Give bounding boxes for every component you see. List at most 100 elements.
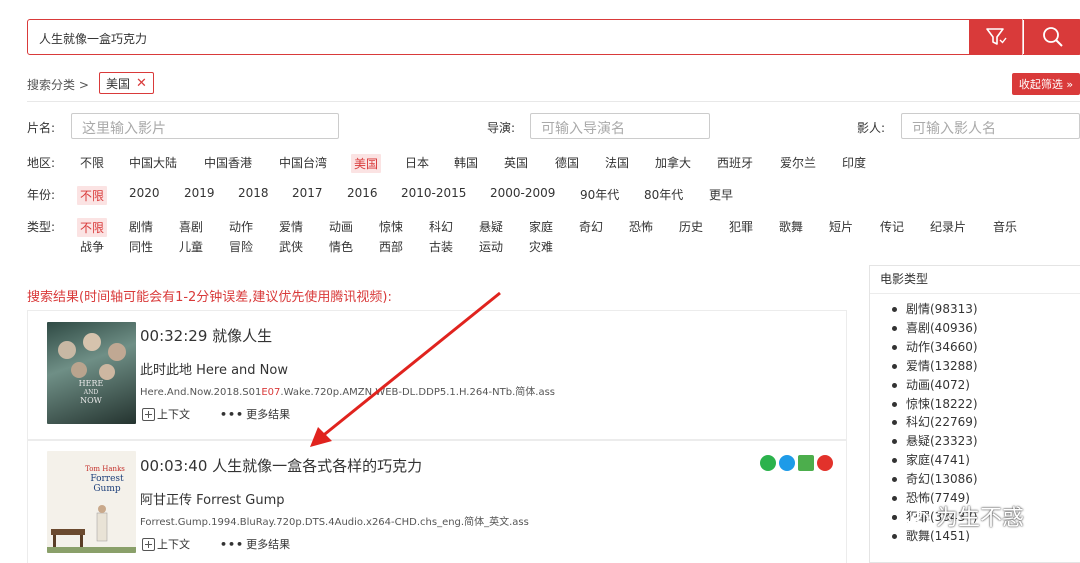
- genre-option[interactable]: 家庭: [529, 218, 553, 235]
- region-option[interactable]: 爱尔兰: [780, 154, 816, 171]
- result-timestamp[interactable]: 00:03:40 人生就像一盒各式各样的巧克力: [140, 455, 422, 476]
- sidebar-item[interactable]: 动作(34660): [892, 338, 978, 357]
- region-option[interactable]: 中国大陆: [129, 154, 177, 171]
- year-option[interactable]: 2020: [129, 186, 160, 200]
- region-label: 地区:: [27, 156, 56, 170]
- result-card: HERE AND NOW 00:32:29 就像人生 此时此地 Here and…: [27, 310, 847, 440]
- genre-option[interactable]: 西部: [379, 238, 403, 255]
- genre-option[interactable]: 冒险: [229, 238, 253, 255]
- category-breadcrumb: 搜索分类 >: [27, 78, 89, 92]
- year-option[interactable]: 2017: [292, 186, 323, 200]
- genre-option[interactable]: 传记: [880, 218, 904, 235]
- poster-art-icon: Tom Hanks Forrest Gump: [47, 465, 136, 553]
- genre-label: 类型:: [27, 220, 56, 234]
- region-option[interactable]: 印度: [842, 154, 866, 171]
- results-header: 搜索结果(时间轴可能会有1-2分钟误差,建议优先使用腾讯视频):: [27, 290, 392, 305]
- genre-option[interactable]: 灾难: [529, 238, 553, 255]
- context-button[interactable]: 上下文: [142, 406, 190, 422]
- mango-tv-icon[interactable]: [817, 455, 833, 471]
- director-input[interactable]: 可输入导演名: [530, 113, 710, 139]
- search-input[interactable]: 人生就像一盒巧克力: [39, 30, 147, 47]
- more-label: 更多结果: [246, 408, 291, 421]
- search-button[interactable]: [1024, 19, 1080, 55]
- genre-option[interactable]: 历史: [679, 218, 703, 235]
- year-option[interactable]: 2000-2009: [490, 186, 555, 200]
- genre-option[interactable]: 奇幻: [579, 218, 603, 235]
- more-results-button[interactable]: ••• 更多结果: [220, 536, 290, 552]
- year-option[interactable]: 2019: [184, 186, 215, 200]
- genre-option[interactable]: 战争: [80, 238, 104, 255]
- poster-image[interactable]: Tom Hanks Forrest Gump: [47, 451, 136, 553]
- selected-tag[interactable]: 美国 ✕: [99, 72, 154, 94]
- genre-option[interactable]: 短片: [829, 218, 853, 235]
- year-option[interactable]: 不限: [77, 186, 108, 205]
- sidebar-item[interactable]: 科幻(22769): [892, 413, 978, 432]
- region-option[interactable]: 西班牙: [717, 154, 753, 171]
- genre-option[interactable]: 动画: [329, 218, 353, 235]
- genre-option[interactable]: 纪录片: [930, 218, 966, 235]
- genre-option[interactable]: 犯罪: [729, 218, 753, 235]
- region-option[interactable]: 中国台湾: [279, 154, 327, 171]
- context-label: 上下文: [157, 538, 190, 551]
- genre-option[interactable]: 剧情: [129, 218, 153, 235]
- iqiyi-icon[interactable]: [798, 455, 814, 471]
- genre-option[interactable]: 古装: [429, 238, 453, 255]
- sidebar-item[interactable]: 动画(4072): [892, 376, 978, 395]
- dots-icon: •••: [220, 537, 245, 551]
- sidebar-item[interactable]: 爱情(13288): [892, 357, 978, 376]
- result-title[interactable]: 阿甘正传 Forrest Gump: [140, 489, 285, 508]
- sidebar-item[interactable]: 悬疑(23323): [892, 432, 978, 451]
- genre-option[interactable]: 爱情: [279, 218, 303, 235]
- genre-option[interactable]: 同性: [129, 238, 153, 255]
- poster-image[interactable]: HERE AND NOW: [47, 322, 136, 424]
- genre-option[interactable]: 悬疑: [479, 218, 503, 235]
- genre-option[interactable]: 情色: [329, 238, 353, 255]
- genre-option[interactable]: 动作: [229, 218, 253, 235]
- region-option[interactable]: 加拿大: [655, 154, 691, 171]
- sidebar-item[interactable]: 剧情(98313): [892, 300, 978, 319]
- genre-option[interactable]: 恐怖: [629, 218, 653, 235]
- genre-option[interactable]: 运动: [479, 238, 503, 255]
- context-button[interactable]: 上下文: [142, 536, 190, 552]
- close-icon[interactable]: ✕: [136, 76, 147, 91]
- genre-option[interactable]: 喜剧: [179, 218, 203, 235]
- sidebar-item[interactable]: 奇幻(13086): [892, 470, 978, 489]
- genre-option[interactable]: 儿童: [179, 238, 203, 255]
- tencent-video-icon[interactable]: [760, 455, 776, 471]
- actor-label: 影人:: [857, 121, 886, 135]
- filter-icon: [985, 28, 1007, 45]
- region-option[interactable]: 法国: [605, 154, 629, 171]
- sidebar-item[interactable]: 惊悚(18222): [892, 395, 978, 414]
- genre-option[interactable]: 音乐: [993, 218, 1017, 235]
- result-timestamp[interactable]: 00:32:29 就像人生: [140, 325, 272, 346]
- sidebar-item[interactable]: 家庭(4741): [892, 451, 978, 470]
- youku-icon[interactable]: [779, 455, 795, 471]
- genre-option[interactable]: 惊悚: [379, 218, 403, 235]
- year-option[interactable]: 2016: [347, 186, 378, 200]
- year-option[interactable]: 90年代: [580, 186, 619, 203]
- year-option[interactable]: 2010-2015: [401, 186, 466, 200]
- filter-button[interactable]: [969, 19, 1023, 55]
- region-option[interactable]: 德国: [555, 154, 579, 171]
- filename-part: Forrest.Gump.1994.BluRay.720p.DTS.4Audio…: [140, 517, 529, 528]
- region-option[interactable]: 中国香港: [204, 154, 252, 171]
- year-option[interactable]: 2018: [238, 186, 269, 200]
- more-results-button[interactable]: ••• 更多结果: [220, 406, 290, 422]
- poster-art-icon: HERE AND NOW: [58, 333, 126, 405]
- year-option[interactable]: 80年代: [644, 186, 683, 203]
- region-option[interactable]: 日本: [405, 154, 429, 171]
- genre-option[interactable]: 武侠: [279, 238, 303, 255]
- region-option[interactable]: 英国: [504, 154, 528, 171]
- genre-option[interactable]: 不限: [77, 218, 108, 237]
- actor-input[interactable]: 可输入影人名: [901, 113, 1080, 139]
- region-option[interactable]: 不限: [80, 154, 104, 171]
- collapse-filter-button[interactable]: 收起筛选 »: [1012, 73, 1080, 95]
- region-option[interactable]: 韩国: [454, 154, 478, 171]
- region-option[interactable]: 美国: [351, 154, 382, 173]
- year-option[interactable]: 更早: [709, 186, 733, 203]
- title-input[interactable]: 这里输入影片: [71, 113, 339, 139]
- result-title[interactable]: 此时此地 Here and Now: [140, 359, 288, 378]
- sidebar-item[interactable]: 喜剧(40936): [892, 319, 978, 338]
- genre-option[interactable]: 歌舞: [779, 218, 803, 235]
- genre-option[interactable]: 科幻: [429, 218, 453, 235]
